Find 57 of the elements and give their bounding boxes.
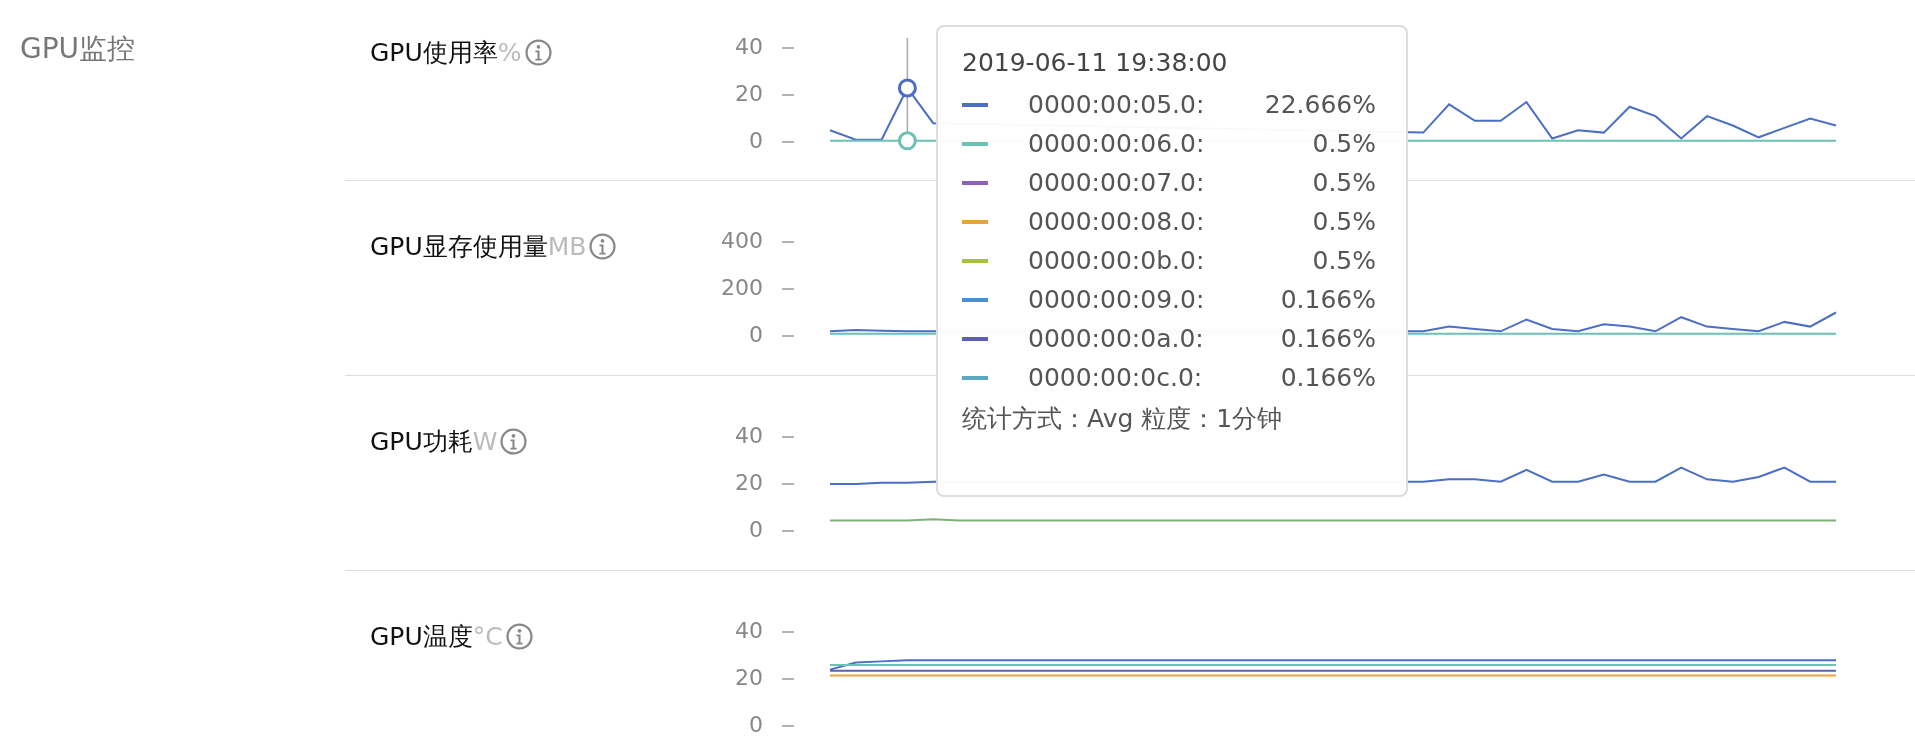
axis-tick-label: 40	[735, 618, 763, 643]
page-title: GPU监控	[20, 32, 136, 65]
series-value: 0.166%	[1280, 285, 1376, 314]
axis-tick-label: 20	[735, 665, 763, 690]
data-point-marker	[897, 78, 917, 98]
series-value: 22.666%	[1264, 90, 1376, 119]
info-icon[interactable]	[524, 39, 552, 66]
chart-title: GPU温度	[370, 622, 473, 651]
chart-title: GPU使用率	[370, 38, 498, 67]
series-value: 0.5%	[1312, 129, 1376, 158]
series-name: 0000:00:0a.0:	[1028, 324, 1204, 353]
tick-mark	[781, 94, 795, 96]
series-value: 0.5%	[1312, 168, 1376, 197]
tooltip-time: 2019-06-11 19:38:00	[962, 47, 1229, 79]
series-value: 0.5%	[1312, 207, 1376, 236]
axis-tick-label: 40	[735, 34, 763, 59]
tick-mark	[781, 335, 795, 337]
series-value: 0.5%	[1312, 246, 1376, 275]
unit-label: %	[497, 38, 522, 67]
tick-mark	[781, 241, 795, 243]
axis-tick-label: 20	[735, 81, 763, 106]
tick-mark	[781, 141, 795, 143]
axis-tick-label: 200	[721, 275, 763, 300]
tick-mark	[781, 483, 795, 485]
tick-mark	[781, 47, 795, 49]
axis-tick-label: 400	[721, 228, 763, 253]
series-name: 0000:00:08.0:	[1028, 207, 1205, 236]
tick-mark	[781, 678, 795, 680]
axis-tick-label: 40	[735, 423, 763, 448]
axis-tick-label: 20	[735, 470, 763, 495]
axis-tick-label: 0	[749, 322, 763, 347]
chart-title: GPU显存使用量	[370, 232, 548, 261]
axis-tick-label: 0	[749, 128, 763, 153]
series-name: 0000:00:05.0:	[1028, 90, 1205, 119]
axis-tick-label: 0	[749, 712, 763, 737]
unit-label: °C	[472, 622, 503, 651]
series-name: 0000:00:07.0:	[1028, 168, 1205, 197]
tick-mark	[781, 288, 795, 290]
series-name: 0000:00:06.0:	[1028, 129, 1205, 158]
info-icon[interactable]	[589, 233, 617, 260]
series-name: 0000:00:0b.0:	[1028, 246, 1205, 275]
data-point-marker	[897, 131, 917, 151]
tick-mark	[781, 436, 795, 438]
tick-mark	[781, 725, 795, 727]
series-value: 0.166%	[1280, 363, 1376, 392]
series-name: 0000:00:0c.0:	[1028, 363, 1203, 392]
unit-label: W	[472, 427, 498, 456]
unit-label: MB	[547, 232, 587, 261]
tick-mark	[781, 631, 795, 633]
chart-title: GPU功耗	[370, 427, 473, 456]
info-icon[interactable]	[500, 428, 528, 455]
tooltip-footer: 统计方式：Avg 粒度：1分钟	[962, 397, 1376, 441]
series-value: 0.166%	[1280, 324, 1376, 353]
axis-tick-label: 0	[749, 517, 763, 542]
info-icon[interactable]	[505, 623, 533, 650]
tick-mark	[781, 530, 795, 532]
series-name: 0000:00:09.0:	[1028, 285, 1205, 314]
